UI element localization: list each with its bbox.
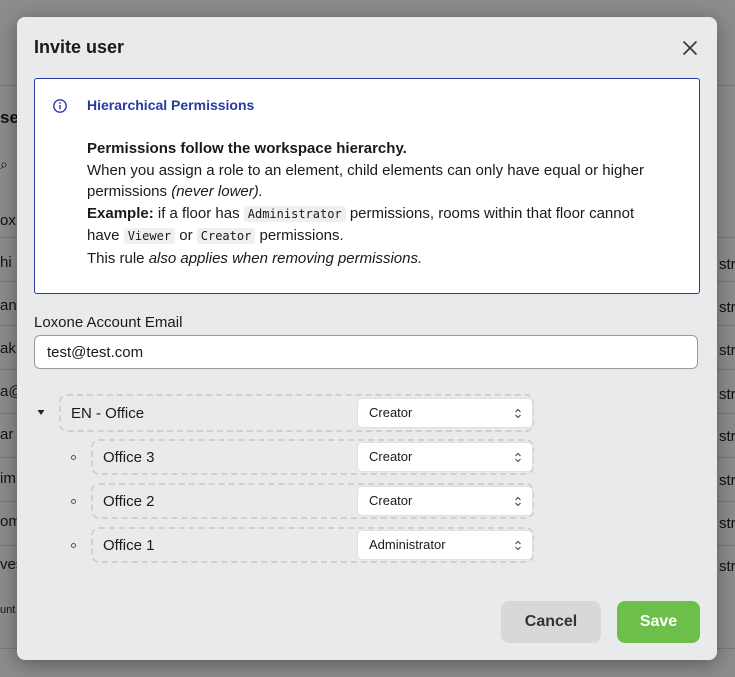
tree-node-child: Office 1 Administrator <box>91 527 534 563</box>
role-select-value: Administrator <box>369 537 446 552</box>
select-chevron-icon <box>515 496 521 507</box>
select-chevron-icon <box>515 540 521 551</box>
notice-line: When you assign a role to an element, ch… <box>87 161 644 179</box>
notice-text: permissions <box>87 183 172 200</box>
dialog-title: Invite user <box>34 37 125 57</box>
tree-node-label: Office 3 <box>103 449 155 466</box>
tree-bullet-icon <box>71 455 76 460</box>
cancel-button[interactable]: Cancel <box>501 601 601 643</box>
notice-title: Hierarchical Permissions <box>87 97 255 113</box>
notice-text: permissions. <box>255 227 344 244</box>
role-select-office-2[interactable]: Creator <box>357 486 533 516</box>
code-viewer: Viewer <box>123 228 176 244</box>
email-field[interactable] <box>34 335 698 369</box>
tree-node-label: Office 1 <box>103 537 155 554</box>
notice-body: Permissions follow the workspace hierarc… <box>87 138 687 269</box>
notice-italic: (never lower). <box>171 183 263 200</box>
notice-text: have <box>87 227 124 244</box>
notice-italic: also applies when removing permissions. <box>148 249 423 267</box>
notice-heading: Permissions follow the workspace hierarc… <box>87 140 407 157</box>
tree-node-root: EN - Office Creator <box>59 394 534 432</box>
save-button[interactable]: Save <box>617 601 700 643</box>
close-icon <box>683 41 697 55</box>
hierarchical-permissions-notice: Hierarchical Permissions Permissions fol… <box>34 78 700 294</box>
select-chevron-icon <box>515 452 521 463</box>
tree-node-label: Office 2 <box>103 493 155 510</box>
collapse-toggle-icon[interactable] <box>36 407 46 417</box>
tree-bullet-icon <box>71 543 76 548</box>
role-select-root[interactable]: Creator <box>357 398 533 428</box>
info-icon <box>53 99 67 113</box>
close-button[interactable] <box>680 38 700 58</box>
role-select-office-3[interactable]: Creator <box>357 442 533 472</box>
role-select-office-1[interactable]: Administrator <box>357 530 533 560</box>
role-select-value: Creator <box>369 449 413 464</box>
tree-node-label: EN - Office <box>71 405 145 422</box>
example-label: Example: <box>87 204 154 222</box>
tree-bullet-icon <box>71 499 76 504</box>
role-select-value: Creator <box>369 405 413 420</box>
code-administrator: Administrator <box>243 205 346 222</box>
tree-node-child: Office 3 Creator <box>91 439 534 475</box>
email-label: Loxone Account Email <box>34 314 183 331</box>
notice-text: This rule <box>87 249 149 267</box>
notice-text: or <box>175 227 197 244</box>
role-select-value: Creator <box>369 493 413 508</box>
tree-node-child: Office 2 Creator <box>91 483 534 519</box>
notice-text: permissions, rooms within that floor can… <box>345 204 635 222</box>
select-chevron-icon <box>515 408 521 419</box>
notice-text: if a floor has <box>153 204 244 222</box>
code-creator: Creator <box>196 228 256 244</box>
invite-user-dialog: Invite user Hierarchical Permissions Per… <box>17 17 717 660</box>
